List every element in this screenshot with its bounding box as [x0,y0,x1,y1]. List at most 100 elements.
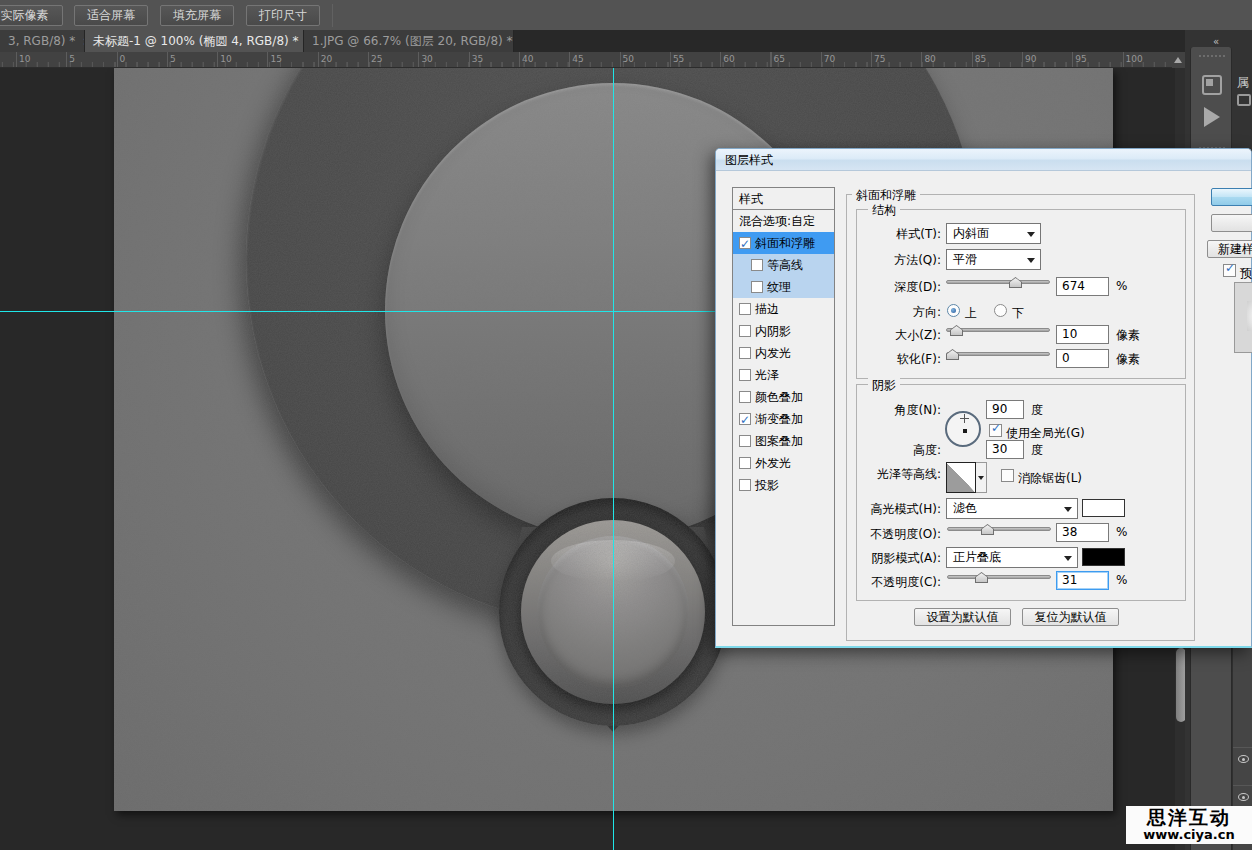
opacity1-input[interactable]: 38 [1056,523,1109,542]
ruler-label: 85 [975,54,986,64]
document-tab[interactable]: 未标题-1 @ 100% (椭圆 4, RGB/8) *× [85,30,304,52]
style-checkbox[interactable] [739,303,751,315]
direction-down-label: 下 [1012,305,1024,322]
ruler-label: 40 [522,54,533,64]
eye-icon[interactable] [1238,755,1249,763]
soften-input[interactable]: 0 [1056,349,1109,368]
horizontal-ruler[interactable]: 1050510152025303540455055606570758085909… [0,52,1185,68]
styles-header[interactable]: 样式 [733,188,834,210]
eye-icon[interactable] [1238,793,1249,801]
angle-input[interactable]: 90 [986,400,1024,419]
direction-label: 方向: [776,304,941,321]
preview-checkbox[interactable] [1223,264,1236,277]
gloss-contour-dropdown[interactable] [976,462,987,493]
opacity1-slider[interactable] [947,523,1051,535]
soften-slider[interactable] [946,348,1050,360]
soften-label: 软化(F): [776,351,941,368]
style-checkbox[interactable] [739,457,751,469]
ruler-label: 15 [271,54,282,64]
altitude-input[interactable]: 30 [986,440,1024,459]
options-toolbar: 实际像素适合屏幕填充屏幕打印尺寸 [0,0,1252,30]
ruler-label: 50 [623,54,634,64]
properties-panel-icon[interactable] [1237,94,1251,106]
style-checkbox[interactable] [739,347,751,359]
dialog-title[interactable]: 图层样式 [716,149,1251,171]
play-icon[interactable] [1204,107,1220,127]
style-checkbox[interactable] [739,479,751,491]
ruler-label: 5 [69,54,75,64]
vertical-guide[interactable] [613,68,614,850]
style-label: 样式(T): [776,226,941,243]
altitude-label: 高度: [776,442,941,459]
direction-down-radio[interactable] [994,304,1007,317]
method-label: 方法(Q): [776,252,941,269]
set-default-button[interactable]: 设置为默认值 [914,608,1011,626]
opacity2-input[interactable]: 31 [1056,571,1109,590]
reset-default-button[interactable]: 复位为默认值 [1022,608,1119,626]
style-checkbox[interactable] [739,369,751,381]
document-tab[interactable]: 3, RGB/8) *× [0,30,85,52]
scrollbar-thumb[interactable] [1176,648,1185,722]
style-dropdown[interactable]: 内斜面 [946,223,1041,244]
properties-panel-title: 属 [1237,74,1249,91]
direction-up-radio[interactable] [947,304,960,317]
shadow-mode-label: 阴影模式(A): [776,550,941,567]
chevron-down-icon [1027,258,1035,263]
document-tabbar: 3, RGB/8) *×未标题-1 @ 100% (椭圆 4, RGB/8) *… [0,30,1252,52]
scroll-up-arrow[interactable] [1172,52,1185,68]
ruler-label: 0 [120,54,126,64]
document-tab[interactable]: 1.JPG @ 66.7% (图层 20, RGB/8) *× [304,30,514,52]
highlight-color-swatch[interactable] [1082,499,1125,517]
dock-grip[interactable] [1199,55,1225,57]
style-checkbox[interactable] [739,237,751,249]
angle-dial[interactable] [945,411,981,447]
global-light-checkbox[interactable] [989,424,1002,437]
collapse-panels-icon[interactable]: « [1213,36,1220,47]
cursor-crosshair [960,414,969,423]
chevron-down-icon [1064,556,1072,561]
size-input[interactable]: 10 [1056,325,1109,344]
timeline-panel-icon[interactable] [1202,75,1222,95]
cancel-button[interactable] [1211,214,1252,232]
ruler-label: 100 [1126,54,1143,64]
ruler-label: 5 [170,54,176,64]
ruler-label: 45 [572,54,583,64]
layer-style-dialog: 图层样式 样式 混合选项:自定斜面和浮雕等高线纹理描边内阴影内发光光泽颜色叠加渐… [715,148,1252,648]
photoshop-app: 实际像素适合屏幕填充屏幕打印尺寸 3, RGB/8) *×未标题-1 @ 100… [0,0,1252,850]
antialias-checkbox[interactable] [1001,469,1014,482]
style-checkbox[interactable] [739,413,751,425]
horizontal-guide[interactable] [0,311,715,312]
highlight-mode-label: 高光模式(H): [776,501,941,518]
toolbar-button[interactable]: 实际像素 [0,5,63,26]
opacity2-slider[interactable] [947,571,1051,583]
size-slider[interactable] [946,324,1050,336]
toolbar-button[interactable]: 适合屏幕 [74,5,148,26]
ruler-label: 65 [774,54,785,64]
shading-group-label: 阴影 [868,377,900,394]
toolbar-button[interactable]: 填充屏幕 [160,5,234,26]
chevron-down-icon [1027,232,1035,237]
ruler-label: 25 [371,54,382,64]
shadow-color-swatch[interactable] [1082,548,1125,566]
depth-label: 深度(D): [776,279,941,296]
style-checkbox[interactable] [739,435,751,447]
preview-thumbnail [1234,282,1252,353]
depth-input[interactable]: 674 [1056,277,1109,296]
style-checkbox[interactable] [751,259,763,271]
ruler-label: 95 [1075,54,1086,64]
ok-button[interactable] [1211,188,1252,206]
angle-label: 角度(N): [776,402,941,419]
style-checkbox[interactable] [739,391,751,403]
style-checkbox[interactable] [751,281,763,293]
new-style-button[interactable]: 新建样式 [1207,240,1252,258]
ruler-label: 75 [874,54,885,64]
depth-slider[interactable] [946,276,1050,288]
shadow-mode-dropdown[interactable]: 正片叠底 [946,547,1078,568]
size-label: 大小(Z): [776,327,941,344]
method-dropdown[interactable]: 平滑 [946,249,1041,270]
style-checkbox[interactable] [739,325,751,337]
gloss-contour-thumbnail[interactable] [946,462,976,493]
highlight-mode-dropdown[interactable]: 滤色 [946,498,1078,519]
toolbar-button[interactable]: 打印尺寸 [246,5,320,26]
toolbar-separator [332,4,333,27]
